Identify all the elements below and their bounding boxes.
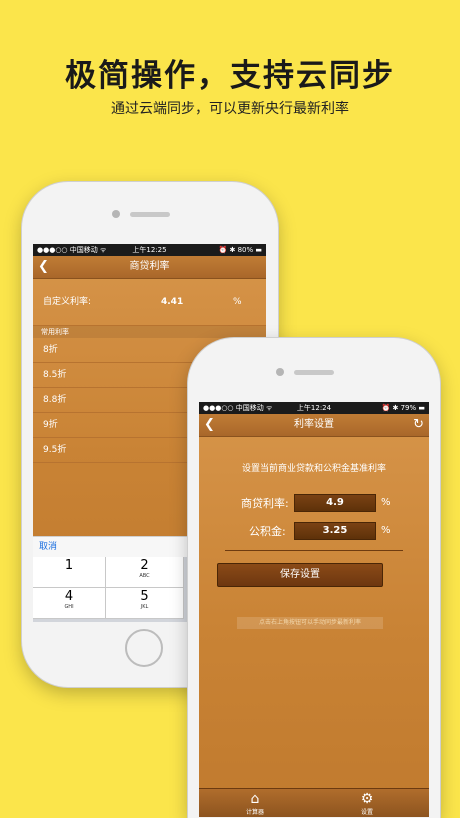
settings-hint: 设置当前商业贷款和公积金基准利率 [241,464,386,474]
headline: 极简操作，支持云同步 [65,58,395,94]
status-bar: ●●●○○ 中国移动 ᯤ 上午12:25 ⏰ ✱ 80% ▬ [33,244,266,256]
home-icon: ⌂ [250,791,260,807]
camera [112,210,120,218]
key-letters: JKL [140,604,149,610]
key-digit: 5 [140,589,149,604]
commercial-rate-input[interactable]: 4.9 [294,494,376,512]
key-digit: 2 [140,558,149,573]
tab-calculator[interactable]: ⌂ 计算器 [225,791,285,816]
status-bar: ●●●○○ 中国移动 ᯤ 上午12:24 ⏰ ✱ 79% ▬ [199,402,429,414]
key-4[interactable]: 4 GHI [33,588,106,619]
camera [276,368,284,376]
back-icon[interactable]: ❮ [38,256,49,278]
commercial-rate-label: 商贷利率: [241,497,289,510]
percent-unit: % [381,525,391,536]
key-2[interactable]: 2 ABC [106,557,184,588]
key-1[interactable]: 1 [33,557,106,588]
percent-unit: % [381,497,391,508]
front-screen: ●●●○○ 中国移动 ᯤ 上午12:24 ⏰ ✱ 79% ▬ ❮ 利率设置 ↻ … [199,402,429,817]
speaker [294,370,334,375]
provident-fund-input[interactable]: 3.25 [294,522,376,540]
provident-fund-label: 公积金: [249,525,286,538]
sync-note: 点击右上角按钮可以手动同步最新利率 [237,617,383,629]
section-header: 常用利率 [33,326,266,338]
gear-icon: ⚙ [360,791,374,807]
tab-bar: ⌂ 计算器 ⚙ 设置 [199,788,429,817]
speaker [130,212,170,217]
custom-rate-row[interactable]: 自定义利率: 4.41 % [33,279,266,326]
tab-label: 设置 [360,809,373,816]
save-settings-button[interactable]: 保存设置 [217,563,383,587]
home-button[interactable] [125,629,163,667]
key-letters: GHI [64,604,74,610]
front-phone: ●●●○○ 中国移动 ᯤ 上午12:24 ⏰ ✱ 79% ▬ ❮ 利率设置 ↻ … [188,338,440,818]
sync-icon[interactable]: ↻ [413,414,424,436]
back-icon[interactable]: ❮ [204,414,215,436]
nav-bar: ❮ 商贷利率 [33,256,266,279]
tab-label: 计算器 [245,809,264,816]
nav-title: 利率设置 [294,419,334,430]
battery-label: ⏰ ✱ 80% ▬ [218,246,262,254]
percent-unit: % [233,297,242,307]
nav-title: 商贷利率 [129,261,170,272]
key-letters: ABC [139,573,150,579]
nav-bar: ❮ 利率设置 ↻ [199,414,429,437]
custom-rate-label: 自定义利率: [43,297,92,307]
key-digit: 4 [64,589,74,604]
key-digit: 1 [64,558,74,573]
subline: 通过云端同步，可以更新央行最新利率 [111,101,349,117]
custom-rate-value[interactable]: 4.41 [161,279,183,325]
tab-settings[interactable]: ⚙ 设置 [337,791,397,816]
key-5[interactable]: 5 JKL [106,588,184,619]
battery-label: ⏰ ✱ 79% ▬ [381,404,425,412]
divider [225,550,403,551]
